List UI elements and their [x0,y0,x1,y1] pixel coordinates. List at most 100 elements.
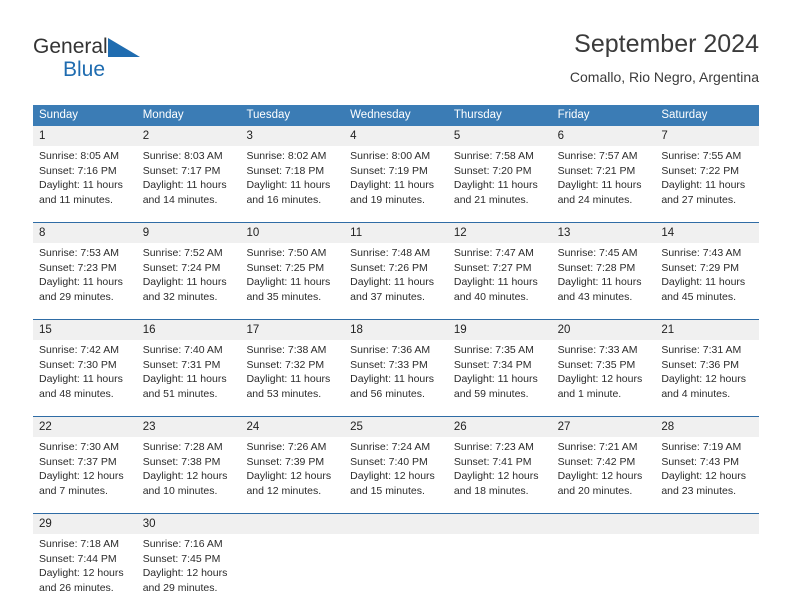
sunset-text: Sunset: 7:39 PM [246,455,325,468]
daylight-text-line2: and 43 minutes. [557,290,633,303]
day-cell[interactable]: 25 Sunrise: 7:24 AM Sunset: 7:40 PM Dayligh… [344,417,448,506]
day-cell[interactable]: 16 Sunrise: 7:40 AM Sunset: 7:31 PM Dayligh… [136,320,241,409]
day-number: 30 [136,514,241,534]
day-cell[interactable]: 1 Sunrise: 8:05 AM Sunset: 7:16 PM Daylight… [33,126,137,215]
sunset-text: Sunset: 7:37 PM [39,455,117,468]
daylight-text-line1: Daylight: 11 hours [350,276,435,289]
day-cell[interactable]: 14 Sunrise: 7:43 AM Sunset: 7:29 PM Dayligh… [655,223,760,312]
day-cell[interactable]: 2 Sunrise: 8:03 AM Sunset: 7:17 PM Daylight… [136,126,241,215]
day-number: 28 [655,417,760,437]
daylight-text-line2: and 37 minutes. [350,290,425,303]
sunset-text: Sunset: 7:30 PM [39,358,117,371]
daylight-text-line2: and 21 minutes. [453,193,529,206]
week-row: 15 Sunrise: 7:42 AM Sunset: 7:30 PM Dayligh… [33,319,760,409]
day-info: Sunrise: 8:02 AM Sunset: 7:18 PM Daylight:… [240,146,344,207]
sunrise-text: Sunrise: 7:28 AM [142,441,223,453]
day-cell[interactable]: 15 Sunrise: 7:42 AM Sunset: 7:30 PM Dayligh… [33,320,137,409]
day-number: 24 [240,417,345,437]
day-info: Sunrise: 7:47 AM Sunset: 7:27 PM Daylight:… [448,243,552,304]
day-info: Sunrise: 7:48 AM Sunset: 7:26 PM Daylight:… [344,243,448,304]
day-cell[interactable]: 17 Sunrise: 7:38 AM Sunset: 7:32 PM Dayligh… [240,320,345,409]
brand-name-general: General [33,35,108,58]
day-cell[interactable]: 30 Sunrise: 7:16 AM Sunset: 7:45 PM Dayligh… [136,514,241,603]
daylight-text-line1: Daylight: 11 hours [39,276,123,289]
daylight-text-line1: Daylight: 11 hours [142,276,227,289]
day-number: 23 [136,417,241,437]
sunset-text: Sunset: 7:16 PM [39,164,117,177]
week-row: 8 Sunrise: 7:53 AM Sunset: 7:23 PM Daylight… [33,222,760,312]
day-info: Sunrise: 7:18 AM Sunset: 7:44 PM Daylight:… [33,534,137,595]
sunset-text: Sunset: 7:41 PM [453,455,532,468]
brand-logo[interactable]: General Blue [33,34,233,90]
day-info [240,534,344,537]
day-cell[interactable]: 10 Sunrise: 7:50 AM Sunset: 7:25 PM Dayligh… [240,223,345,312]
sunrise-text: Sunrise: 7:57 AM [557,150,638,162]
sunset-text: Sunset: 7:33 PM [350,358,428,371]
day-cell[interactable]: 23 Sunrise: 7:28 AM Sunset: 7:38 PM Dayligh… [136,417,241,506]
daylight-text-line1: Daylight: 12 hours [557,373,643,386]
sunset-text: Sunset: 7:29 PM [661,261,739,274]
day-cell[interactable]: 24 Sunrise: 7:26 AM Sunset: 7:39 PM Dayligh… [240,417,345,506]
daylight-text-line1: Daylight: 12 hours [39,567,124,580]
day-info: Sunrise: 7:52 AM Sunset: 7:24 PM Daylight:… [137,243,241,304]
sunrise-text: Sunrise: 7:19 AM [661,441,742,453]
brand-top-row: General [33,34,233,60]
day-number [240,514,345,534]
sunset-text: Sunset: 7:31 PM [142,358,221,371]
day-number: 2 [136,126,241,146]
sunset-text: Sunset: 7:23 PM [39,261,117,274]
daylight-text-line1: Daylight: 12 hours [246,470,332,483]
sunrise-text: Sunrise: 7:50 AM [246,247,327,259]
day-cell[interactable]: 6 Sunrise: 7:57 AM Sunset: 7:21 PM Daylight… [551,126,656,215]
day-cell[interactable]: 12 Sunrise: 7:47 AM Sunset: 7:27 PM Dayligh… [447,223,552,312]
daylight-text-line2: and 14 minutes. [142,193,218,206]
week-row: 29 Sunrise: 7:18 AM Sunset: 7:44 PM Dayligh… [33,513,760,603]
sunset-text: Sunset: 7:19 PM [350,164,428,177]
day-cell[interactable]: 5 Sunrise: 7:58 AM Sunset: 7:20 PM Daylight… [447,126,552,215]
day-cell[interactable]: 18 Sunrise: 7:36 AM Sunset: 7:33 PM Dayligh… [344,320,448,409]
day-cell[interactable]: 26 Sunrise: 7:23 AM Sunset: 7:41 PM Dayligh… [447,417,552,506]
day-info: Sunrise: 7:38 AM Sunset: 7:32 PM Daylight:… [240,340,344,401]
page-subtitle: Comallo, Rio Negro, Argentina [569,69,759,85]
day-number: 6 [551,126,656,146]
day-cell[interactable]: 3 Sunrise: 8:02 AM Sunset: 7:18 PM Daylight… [240,126,345,215]
day-cell[interactable]: 7 Sunrise: 7:55 AM Sunset: 7:22 PM Daylight… [655,126,760,215]
title-block: September 2024 Comallo, Rio Negro, Argen… [570,28,759,88]
day-info: Sunrise: 7:28 AM Sunset: 7:38 PM Daylight:… [137,437,241,498]
daylight-text-line2: and 26 minutes. [39,581,114,594]
calendar-grid: Sunday Monday Tuesday Wednesday Thursday… [33,105,760,603]
page-header: General Blue September 2024 Comallo, Rio… [33,28,759,98]
day-cell[interactable]: 29 Sunrise: 7:18 AM Sunset: 7:44 PM Dayligh… [33,514,137,603]
sunrise-text: Sunrise: 7:38 AM [246,344,327,356]
day-cell[interactable]: 22 Sunrise: 7:30 AM Sunset: 7:37 PM Dayligh… [33,417,137,506]
day-info: Sunrise: 8:05 AM Sunset: 7:16 PM Daylight:… [33,146,137,207]
day-cell[interactable]: 21 Sunrise: 7:31 AM Sunset: 7:36 PM Dayligh… [655,320,760,409]
sunset-text: Sunset: 7:26 PM [350,261,428,274]
day-cell[interactable]: 19 Sunrise: 7:35 AM Sunset: 7:34 PM Dayligh… [447,320,552,409]
day-info [344,534,448,537]
day-number: 27 [551,417,656,437]
sunset-text: Sunset: 7:35 PM [557,358,636,371]
daylight-text-line2: and 16 minutes. [246,193,322,206]
day-cell[interactable]: 28 Sunrise: 7:19 AM Sunset: 7:43 PM Dayligh… [655,417,760,506]
sunset-text: Sunset: 7:21 PM [557,164,636,177]
sunrise-text: Sunrise: 7:35 AM [453,344,534,356]
sunrise-text: Sunrise: 7:55 AM [661,150,742,162]
day-cell[interactable]: 27 Sunrise: 7:21 AM Sunset: 7:42 PM Dayligh… [551,417,656,506]
day-cell[interactable]: 11 Sunrise: 7:48 AM Sunset: 7:26 PM Dayligh… [344,223,448,312]
day-cell[interactable]: 8 Sunrise: 7:53 AM Sunset: 7:23 PM Daylight… [33,223,137,312]
day-cell[interactable]: 9 Sunrise: 7:52 AM Sunset: 7:24 PM Daylight… [136,223,241,312]
daylight-text-line1: Daylight: 11 hours [39,373,123,386]
sunrise-text: Sunrise: 7:31 AM [661,344,742,356]
sunrise-text: Sunrise: 8:00 AM [350,150,431,162]
day-info: Sunrise: 7:55 AM Sunset: 7:22 PM Daylight:… [655,146,759,207]
day-cell[interactable]: 20 Sunrise: 7:33 AM Sunset: 7:35 PM Dayligh… [551,320,656,409]
day-info: Sunrise: 7:43 AM Sunset: 7:29 PM Daylight:… [655,243,759,304]
daylight-text-line2: and 59 minutes. [453,387,529,400]
daylight-text-line2: and 56 minutes. [350,387,425,400]
day-cell[interactable]: 13 Sunrise: 7:45 AM Sunset: 7:28 PM Dayligh… [551,223,656,312]
day-cell[interactable]: 4 Sunrise: 8:00 AM Sunset: 7:19 PM Daylight… [344,126,448,215]
daylight-text-line2: and 35 minutes. [246,290,322,303]
day-number [551,514,656,534]
daylight-text-line2: and 11 minutes. [39,193,113,206]
